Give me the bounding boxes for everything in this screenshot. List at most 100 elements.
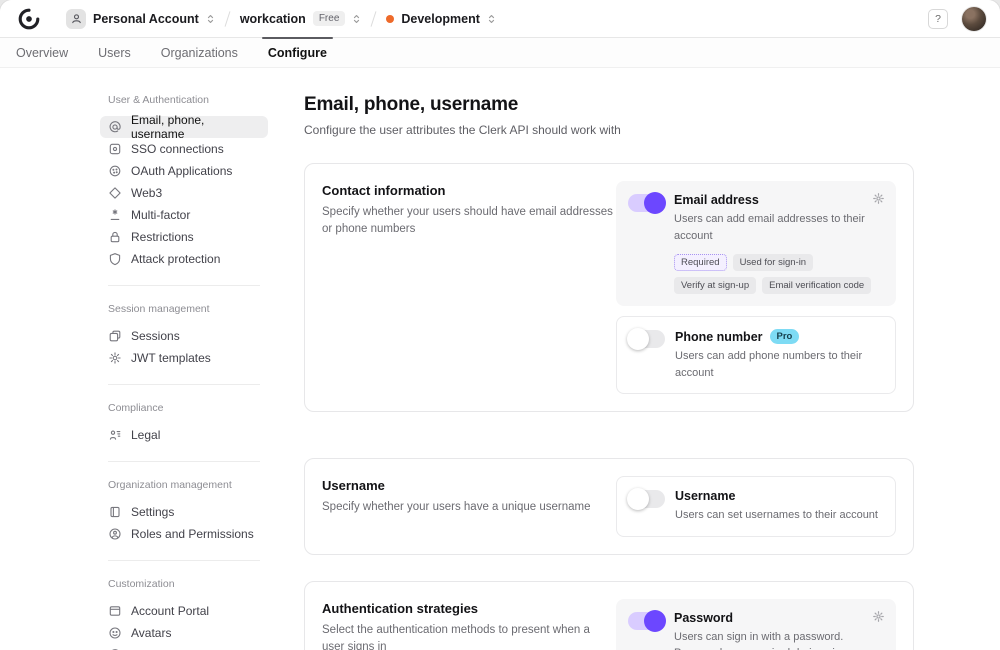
cookie-icon	[108, 164, 122, 178]
card-title: Username	[322, 478, 614, 493]
panel-title: Username	[675, 489, 735, 503]
tab-overview[interactable]: Overview	[14, 39, 70, 67]
username-toggle[interactable]	[629, 490, 665, 508]
tab-configure[interactable]: Configure	[266, 39, 329, 67]
sidebar-section-label: Session management	[108, 303, 288, 315]
top-bar: Personal Account workcation Free Develop…	[0, 0, 1000, 38]
person-document-icon	[108, 428, 122, 442]
password-toggle[interactable]	[628, 612, 664, 630]
phone-number-toggle[interactable]	[629, 330, 665, 348]
email-settings-gear-icon[interactable]	[872, 192, 885, 210]
diamond-icon	[108, 186, 122, 200]
face-circle-icon	[108, 626, 122, 640]
active-tab-indicator	[262, 37, 333, 39]
sidebar-item-web3[interactable]: Web3	[100, 182, 268, 204]
sidebar-item-account-portal[interactable]: Account Portal	[100, 600, 268, 622]
sidebar-item-roles-permissions[interactable]: Roles and Permissions	[100, 523, 268, 545]
help-button[interactable]: ?	[928, 9, 948, 29]
chevron-updown-icon	[487, 13, 496, 25]
sidebar-item-label: SSO connections	[131, 142, 224, 156]
environment-dot-icon	[386, 15, 394, 23]
sidebar-item-label: OAuth Applications	[131, 164, 232, 178]
badge-required: Required	[674, 254, 727, 271]
phone-number-panel: Phone number Pro Users can add phone num…	[616, 316, 896, 394]
username-card: Username Specify whether your users have…	[304, 458, 914, 555]
browser-window-icon	[108, 604, 122, 618]
card-title: Contact information	[322, 183, 614, 198]
sidebar-item-emails[interactable]: Emails	[100, 644, 268, 650]
authentication-strategies-card: Authentication strategies Select the aut…	[304, 581, 914, 650]
account-avatar-icon	[66, 9, 86, 29]
lock-icon	[108, 230, 122, 244]
sidebar-item-sessions[interactable]: Sessions	[100, 325, 268, 347]
at-sign-icon	[108, 120, 122, 134]
breadcrumb-environment[interactable]: Development	[386, 12, 496, 26]
asterisk-icon	[108, 208, 122, 222]
tab-users[interactable]: Users	[96, 39, 133, 67]
environment-name: Development	[401, 12, 480, 26]
sidebar-divider	[108, 285, 260, 286]
sidebar-item-avatars[interactable]: Avatars	[100, 622, 268, 644]
chevron-updown-icon	[352, 13, 361, 25]
page-subtitle: Configure the user attributes the Clerk …	[304, 123, 918, 137]
sidebar-item-label: Account Portal	[131, 604, 209, 618]
tab-configure-label: Configure	[268, 46, 327, 60]
user-avatar[interactable]	[962, 7, 986, 31]
panel-title: Email address	[674, 193, 759, 207]
contact-information-card: Contact information Specify whether your…	[304, 163, 914, 412]
sidebar-item-email-phone-username[interactable]: Email, phone, username	[100, 116, 268, 138]
tab-organizations[interactable]: Organizations	[159, 39, 240, 67]
sidebar-item-label: JWT templates	[131, 351, 211, 365]
toggle-knob	[644, 192, 666, 214]
breadcrumb-account[interactable]: Personal Account	[66, 9, 215, 29]
email-address-toggle[interactable]	[628, 194, 664, 212]
card-description: Select the authentication methods to pre…	[322, 622, 614, 650]
sidebar-item-oauth-applications[interactable]: OAuth Applications	[100, 160, 268, 182]
sidebar-item-restrictions[interactable]: Restrictions	[100, 226, 268, 248]
panel-title: Password	[674, 611, 733, 625]
sidebar-item-label: Restrictions	[131, 230, 194, 244]
panel-description: Users can add phone numbers to their acc…	[675, 348, 883, 381]
card-description: Specify whether your users have a unique…	[322, 499, 614, 516]
panel-description: Users can add email addresses to their a…	[674, 211, 884, 244]
plan-badge: Free	[313, 11, 346, 26]
gear-icon	[108, 351, 122, 365]
person-circle-icon	[108, 527, 122, 541]
card-description: Specify whether your users should have e…	[322, 204, 614, 239]
breadcrumb-application[interactable]: workcation Free	[240, 11, 362, 26]
sidebar-item-label: Sessions	[131, 329, 180, 343]
sidebar-item-multi-factor[interactable]: Multi-factor	[100, 204, 268, 226]
page-title: Email, phone, username	[304, 94, 918, 116]
configure-page: Email, phone, username Configure the use…	[304, 94, 918, 650]
sidebar-divider	[108, 461, 260, 462]
sidebar-item-jwt-templates[interactable]: JWT templates	[100, 347, 268, 369]
toggle-knob	[627, 488, 649, 510]
sidebar-item-sso-connections[interactable]: SSO connections	[100, 138, 268, 160]
username-panel: Username Users can set usernames to thei…	[616, 476, 896, 537]
sidebar-item-label: Email, phone, username	[131, 113, 260, 141]
card-title: Authentication strategies	[322, 601, 614, 616]
breadcrumb-divider	[224, 11, 230, 27]
sidebar-section-label: Customization	[108, 578, 288, 590]
sidebar-section-label: User & Authentication	[108, 94, 288, 106]
password-panel: Password Users can sign in with a passwo…	[616, 599, 896, 650]
sidebar-item-label: Web3	[131, 186, 162, 200]
application-name: workcation	[240, 12, 306, 26]
badge-verify-at-sign-up: Verify at sign-up	[674, 277, 756, 294]
sidebar-item-org-settings[interactable]: Settings	[100, 501, 268, 523]
sidebar-item-label: Settings	[131, 505, 174, 519]
account-name: Personal Account	[93, 12, 199, 26]
app-window: Personal Account workcation Free Develop…	[0, 0, 1000, 650]
clerk-logo-icon[interactable]	[18, 8, 40, 30]
sidebar-item-legal[interactable]: Legal	[100, 424, 268, 446]
sidebar-section-label: Compliance	[108, 402, 288, 414]
panel-description: Users can sign in with a password. Passw…	[674, 629, 884, 650]
password-settings-gear-icon[interactable]	[872, 610, 885, 628]
sidebar-section-label: Organization management	[108, 479, 288, 491]
sidebar-item-label: Avatars	[131, 626, 171, 640]
sidebar-item-attack-protection[interactable]: Attack protection	[100, 248, 268, 270]
panel-description: Users can set usernames to their account	[675, 507, 883, 524]
configure-sidebar: User & Authentication Email, phone, user…	[100, 94, 288, 650]
sidebar-item-label: Legal	[131, 428, 160, 442]
shield-icon	[108, 252, 122, 266]
